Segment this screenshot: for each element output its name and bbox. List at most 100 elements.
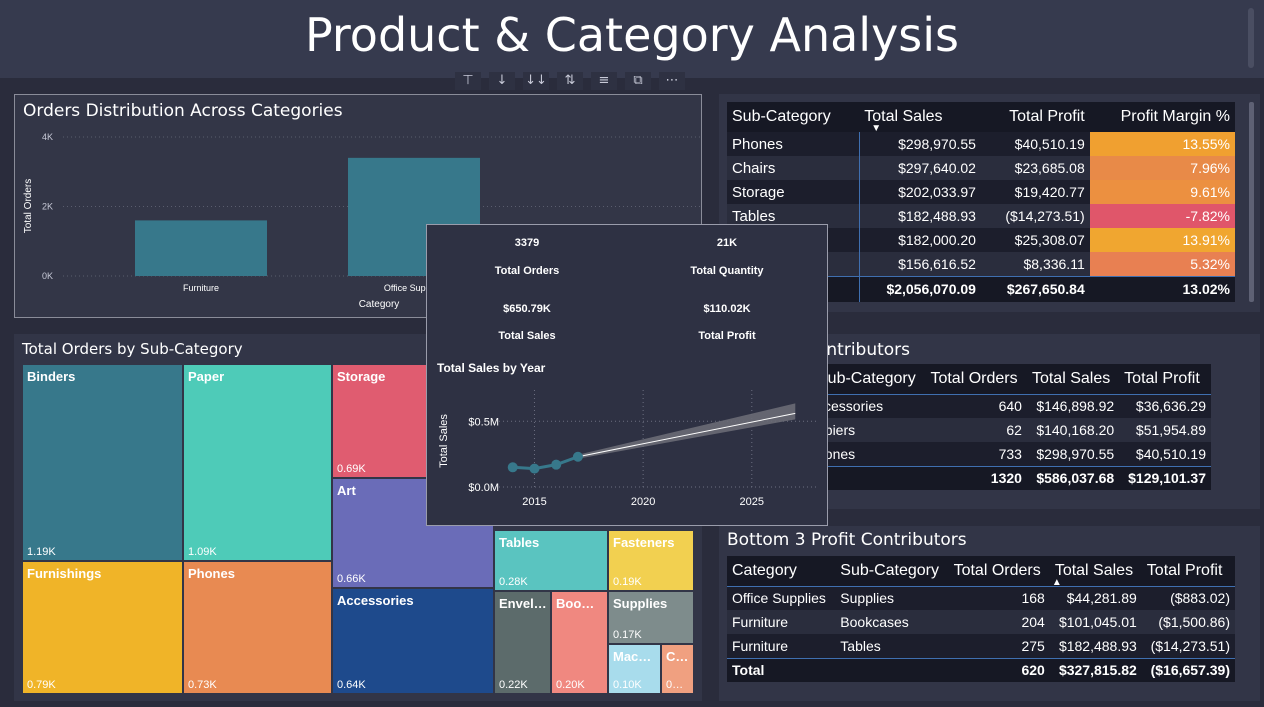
cell-sales: $44,281.89 <box>1049 585 1142 610</box>
cell-total-profit: ($16,657.39) <box>1141 657 1235 682</box>
header-scrollbar[interactable] <box>1248 8 1254 68</box>
table-total-row: Total 620 $327,815.82 ($16,657.39) <box>727 657 1235 682</box>
treemap-title: Total Orders by Sub-Category <box>22 340 243 358</box>
col-header-category[interactable]: Category <box>727 556 836 586</box>
data-point[interactable] <box>551 459 562 470</box>
cell-margin: 7.96% <box>1089 156 1235 180</box>
treemap-tile-c[interactable]: C… 0… <box>661 644 694 694</box>
col-header-profit-margin[interactable]: Profit Margin % <box>1089 102 1235 132</box>
col-header-subcategory[interactable]: Sub-Category <box>835 556 949 586</box>
cell-subcategory: Phones <box>727 132 860 156</box>
table-row[interactable]: Phones $298,970.55 $40,510.19 13.55% <box>727 132 1235 156</box>
cell-category: Office Supplies <box>727 585 836 610</box>
filter-icon[interactable]: ≡ <box>591 72 617 90</box>
cell-profit: $23,685.08 <box>1014 160 1085 176</box>
cell-sales: $298,970.55 <box>898 136 976 152</box>
treemap-tile-supplies[interactable]: Supplies 0.17K <box>608 591 694 644</box>
treemap-tile-furnishings[interactable]: Furnishings 0.79K <box>22 561 183 694</box>
col-header-subcategory[interactable]: Sub-Category <box>815 364 926 394</box>
table-row[interactable]: Furniture Bookcases 204 $101,045.01 ($1,500.… <box>727 610 1235 634</box>
visual-toolbar: ⊤ ↓ ↓↓ ⇅ ≡ ⧉ ⋯ <box>455 72 705 92</box>
treemap-tile-mac[interactable]: Mac… 0.10K <box>608 644 661 694</box>
tile-value: 0.28K <box>499 576 528 588</box>
tile-label: Art <box>337 483 356 498</box>
data-point[interactable] <box>529 463 540 474</box>
cell-margin: 13.55% <box>1089 132 1235 156</box>
tile-label: Mac… <box>613 649 652 664</box>
bottom3-title: Bottom 3 Profit Contributors <box>727 530 967 550</box>
table-row[interactable]: Storage $202,033.97 $19,420.77 9.61% <box>727 180 1235 204</box>
table-header-row: Sub-Category Total Sales ▼ Total Profit P… <box>727 102 1235 134</box>
table-row[interactable]: hones 733 $298,970.55 $40,510.19 <box>815 442 1211 466</box>
treemap-tile-boo[interactable]: Boo… 0.20K <box>551 591 608 694</box>
sort-desc-icon: ▼ <box>871 123 882 134</box>
y-tick-label: $0.0M <box>468 482 499 494</box>
drill-up-icon[interactable]: ⊤ <box>455 72 481 90</box>
tile-value: 0.10K <box>613 679 642 691</box>
treemap-tile-paper[interactable]: Paper 1.09K <box>183 364 332 561</box>
table-scrollbar[interactable] <box>1249 102 1254 302</box>
table-header-row: Category Sub-Category Total Orders Total… <box>727 556 1235 588</box>
cell-profit: ($14,273.51) <box>1005 208 1085 224</box>
col-header-subcategory[interactable]: Sub-Category <box>727 102 860 132</box>
cell-total-profit: $129,101.37 <box>1119 465 1211 490</box>
bar-furniture[interactable] <box>135 220 267 276</box>
page-title: Product & Category Analysis <box>304 8 960 62</box>
y-axis-label: Total Sales <box>438 414 450 468</box>
treemap-tile-accessories[interactable]: Accessories 0.64K <box>332 588 494 694</box>
cell-subcategory: Storage <box>727 180 860 204</box>
cell-sales: $101,045.01 <box>1058 614 1137 630</box>
treemap-tile-phones[interactable]: Phones 0.73K <box>183 561 332 694</box>
cell-profit: ($1,500.86) <box>1158 614 1230 630</box>
cell-total-label: Total <box>727 657 836 682</box>
focus-mode-icon[interactable]: ⧉ <box>625 72 651 90</box>
drill-down-icon[interactable]: ↓ <box>489 72 515 90</box>
table-row[interactable]: ccessories 640 $146,898.92 $36,636.29 <box>815 393 1211 418</box>
data-point[interactable] <box>507 462 518 473</box>
sales-line <box>512 455 579 471</box>
tile-value: 0… <box>666 679 684 691</box>
col-header-total-orders[interactable]: Total Orders <box>948 556 1050 586</box>
more-options-icon[interactable]: ⋯ <box>659 72 685 90</box>
cell-sales: $182,000.20 <box>898 232 976 248</box>
tile-label: Boo… <box>556 596 595 611</box>
x-tick-label: 2025 <box>740 496 764 508</box>
table-row[interactable]: opiers 62 $140,168.20 $51,954.89 <box>815 418 1211 442</box>
tile-value: 0.17K <box>613 629 642 641</box>
col-header-total-sales[interactable]: Total Sales ▼ <box>859 102 981 134</box>
col-header-total-sales[interactable]: Total Sales <box>1026 364 1120 394</box>
tile-label: Paper <box>188 369 225 384</box>
table-row[interactable]: Chairs $297,640.02 $23,685.08 7.96% <box>727 156 1235 180</box>
cell-total-orders: 1320 <box>925 465 1027 490</box>
treemap-tile-binders[interactable]: Binders 1.19K <box>22 364 183 561</box>
treemap-tile-envel[interactable]: Envel… 0.22K <box>494 591 551 694</box>
x-axis-label: Category <box>359 299 400 310</box>
bottom3-table: Category Sub-Category Total Orders Total… <box>727 556 1235 682</box>
tile-value: 0.22K <box>499 679 528 691</box>
expand-all-icon[interactable]: ↓↓ <box>523 72 549 90</box>
col-header-total-sales[interactable]: Total Sales ▲ <box>1049 556 1142 588</box>
tile-label: Supplies <box>613 596 668 611</box>
data-point[interactable] <box>572 451 583 462</box>
tooltip-card: 3379 Total Orders 21K Total Quantity $65… <box>426 224 828 526</box>
sort-asc-icon: ▲ <box>1051 576 1062 588</box>
cell-total-margin: 13.02% <box>1089 275 1235 302</box>
x-tick-label: 2015 <box>522 496 546 508</box>
cell-subcategory: Bookcases <box>840 614 909 630</box>
cell-margin: -7.82% <box>1089 204 1235 228</box>
cell-orders: 640 <box>925 393 1027 418</box>
tile-value: 0.79K <box>27 679 56 691</box>
cell-total-orders: 620 <box>948 657 1050 682</box>
table-row[interactable]: Furniture Tables 275 $182,488.93 ($14,273.51… <box>727 634 1235 658</box>
col-header-total-orders[interactable]: Total Orders <box>925 364 1027 394</box>
treemap-tile-fasteners[interactable]: Fasteners 0.19K <box>608 530 694 591</box>
treemap-tile-tables[interactable]: Tables 0.28K <box>494 530 608 591</box>
col-header-total-profit[interactable]: Total Profit <box>1119 364 1211 394</box>
table-row[interactable]: Office Supplies Supplies 168 $44,281.89 ($88… <box>727 585 1235 610</box>
cell-total-sales: $327,815.82 <box>1049 657 1142 682</box>
drill-mode-icon[interactable]: ⇅ <box>557 72 583 90</box>
cell-orders: 168 <box>948 585 1050 610</box>
col-header-total-profit[interactable]: Total Profit <box>1141 556 1235 586</box>
col-header-total-profit[interactable]: Total Profit <box>980 102 1090 132</box>
y-axis-label: Total Orders <box>23 179 34 233</box>
